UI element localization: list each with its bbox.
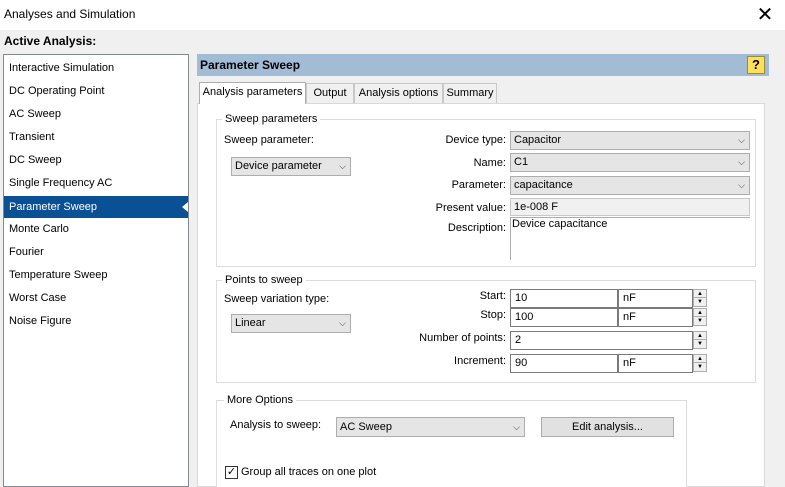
chevron-down-icon: ⌵: [738, 180, 745, 190]
tab-analysis-parameters[interactable]: Analysis parameters: [199, 82, 306, 104]
name-select[interactable]: C1 ⌵: [510, 153, 750, 172]
parameter-value: capacitance: [514, 179, 573, 191]
number-of-points-label: Number of points:: [419, 332, 506, 344]
stop-unit[interactable]: nF: [618, 308, 693, 327]
more-options-title: More Options: [224, 394, 297, 406]
description-field: Device capacitance: [510, 217, 750, 260]
spin-up-icon[interactable]: ▲: [694, 290, 706, 298]
start-label: Start:: [479, 290, 506, 302]
start-unit[interactable]: nF: [618, 289, 693, 308]
points-to-sweep-title: Points to sweep: [222, 274, 306, 286]
spin-down-icon[interactable]: ▼: [694, 363, 706, 371]
help-icon[interactable]: ?: [747, 56, 765, 74]
panel-header: Parameter Sweep ?: [197, 54, 769, 76]
present-value-label: Present value:: [435, 202, 506, 214]
analysis-item-fourier[interactable]: Fourier: [4, 242, 188, 263]
sweep-variation-type-select[interactable]: Linear ⌵: [231, 314, 351, 333]
device-type-value: Capacitor: [514, 134, 562, 146]
analysis-item-ac-sweep[interactable]: AC Sweep: [4, 104, 188, 125]
analysis-to-sweep-select[interactable]: AC Sweep ⌵: [336, 417, 525, 437]
start-input[interactable]: 10: [510, 289, 618, 308]
analysis-item-noise-figure[interactable]: Noise Figure: [4, 311, 188, 332]
chevron-down-icon: ⌵: [738, 135, 745, 145]
tab-analysis-options[interactable]: Analysis options: [354, 83, 443, 104]
group-traces-checkbox[interactable]: ✓: [225, 466, 238, 479]
sweep-parameter-select[interactable]: Device parameter ⌵: [231, 157, 351, 176]
spin-down-icon[interactable]: ▼: [694, 317, 706, 325]
analysis-list[interactable]: Interactive Simulation DC Operating Poin…: [3, 54, 189, 487]
spin-up-icon[interactable]: ▲: [694, 355, 706, 363]
tab-summary[interactable]: Summary: [443, 83, 497, 104]
edit-analysis-button[interactable]: Edit analysis...: [541, 417, 674, 437]
analysis-item-parameter-sweep[interactable]: Parameter Sweep: [4, 196, 188, 218]
stop-spinner[interactable]: ▲ ▼: [693, 308, 707, 326]
stop-input[interactable]: 100: [510, 308, 618, 327]
analysis-item-dc-operating-point[interactable]: DC Operating Point: [4, 81, 188, 102]
window-title: Analyses and Simulation: [4, 7, 136, 21]
increment-unit[interactable]: nF: [618, 354, 693, 373]
sweep-parameters-title: Sweep parameters: [222, 113, 321, 125]
number-of-points-spinner[interactable]: ▲ ▼: [693, 331, 707, 349]
close-icon[interactable]: ✕: [755, 2, 775, 26]
analysis-item-worst-case[interactable]: Worst Case: [4, 288, 188, 309]
spin-down-icon[interactable]: ▼: [694, 340, 706, 348]
chevron-down-icon: ⌵: [738, 157, 745, 167]
chevron-down-icon: ⌵: [513, 422, 520, 432]
analysis-item-temperature-sweep[interactable]: Temperature Sweep: [4, 265, 188, 286]
chevron-down-icon: ⌵: [339, 318, 346, 328]
name-label: Name:: [473, 157, 506, 169]
panel-title: Parameter Sweep: [200, 58, 301, 72]
increment-label: Increment:: [454, 355, 506, 367]
description-label: Description:: [447, 222, 506, 234]
analysis-item-monte-carlo[interactable]: Monte Carlo: [4, 219, 188, 240]
analysis-item-transient[interactable]: Transient: [4, 127, 188, 148]
analysis-item-interactive-simulation[interactable]: Interactive Simulation: [4, 58, 188, 79]
spin-down-icon[interactable]: ▼: [694, 298, 706, 306]
stop-label: Stop:: [480, 309, 506, 321]
present-value-field: 1e-008 F: [510, 198, 750, 216]
increment-spinner[interactable]: ▲ ▼: [693, 354, 707, 372]
sweep-variation-type-label: Sweep variation type:: [224, 293, 330, 305]
number-of-points-input[interactable]: 2: [510, 331, 693, 350]
parameter-label: Parameter:: [451, 179, 506, 191]
spin-up-icon[interactable]: ▲: [694, 332, 706, 340]
device-type-select[interactable]: Capacitor ⌵: [510, 131, 750, 150]
start-spinner[interactable]: ▲ ▼: [693, 289, 707, 307]
group-traces-label: Group all traces on one plot: [241, 466, 377, 478]
title-bar: Analyses and Simulation ✕: [0, 0, 785, 30]
sweep-parameter-value: Device parameter: [235, 160, 322, 172]
tab-output[interactable]: Output: [306, 83, 354, 104]
increment-input[interactable]: 90: [510, 354, 618, 373]
analysis-item-dc-sweep[interactable]: DC Sweep: [4, 150, 188, 171]
active-analysis-label: Active Analysis:: [4, 34, 97, 48]
spin-up-icon[interactable]: ▲: [694, 309, 706, 317]
analysis-item-single-frequency-ac[interactable]: Single Frequency AC: [4, 173, 188, 194]
name-value: C1: [514, 156, 529, 168]
parameter-select[interactable]: capacitance ⌵: [510, 176, 750, 195]
device-type-label: Device type:: [445, 134, 506, 146]
analysis-to-sweep-label: Analysis to sweep:: [230, 419, 322, 431]
chevron-down-icon: ⌵: [339, 161, 346, 171]
analysis-to-sweep-value: AC Sweep: [340, 421, 392, 433]
sweep-parameter-label: Sweep parameter:: [224, 134, 314, 146]
sweep-variation-type-value: Linear: [235, 317, 266, 329]
